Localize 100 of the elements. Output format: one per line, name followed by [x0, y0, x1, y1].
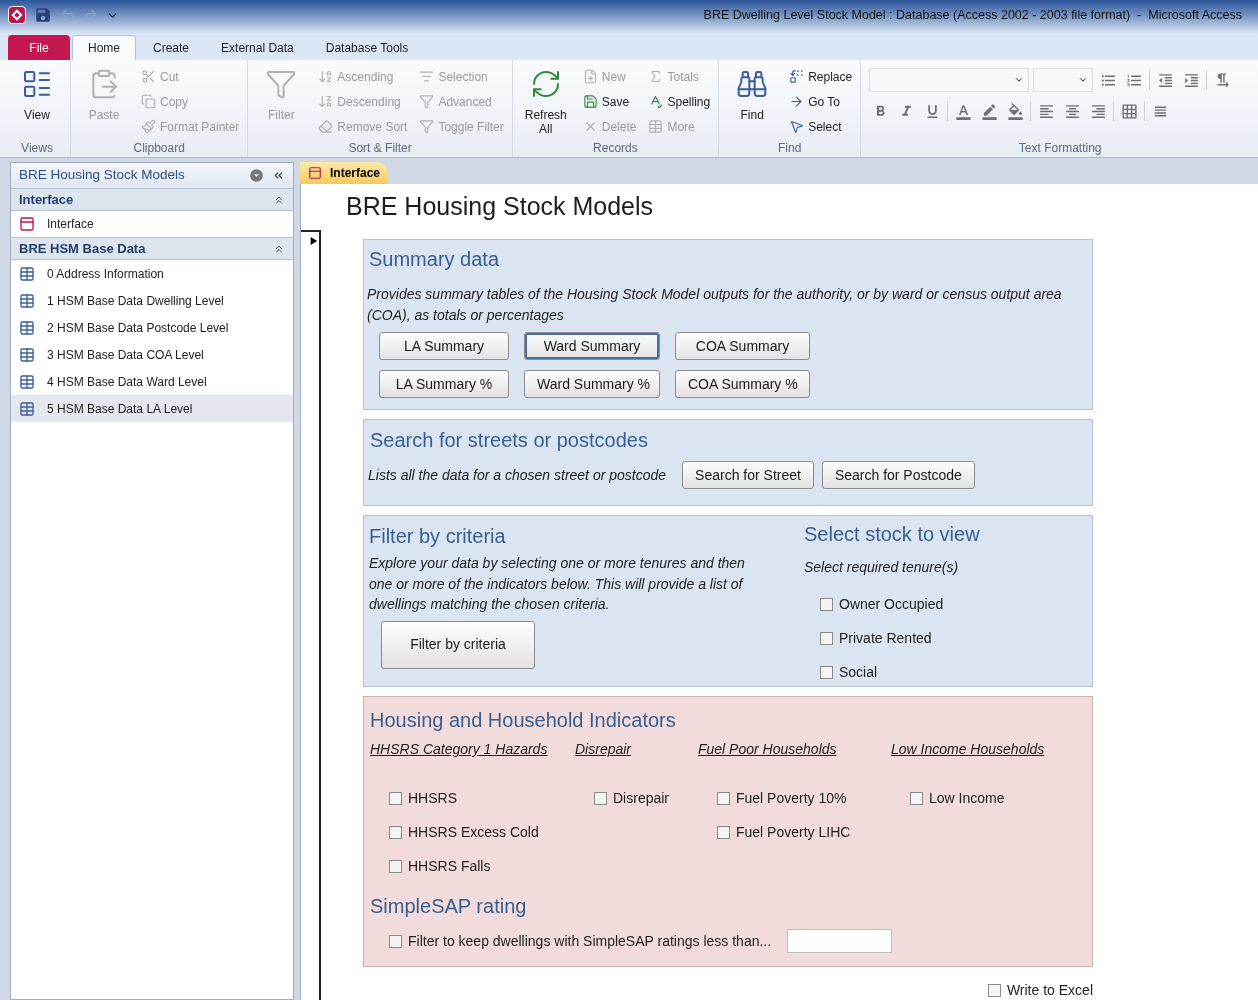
- section-description: Explore your data by selecting one or more tenures and then one or more of the indicators below. This will provide a list of dwellings matching the chosen criteria.: [369, 554, 746, 614]
- checkbox[interactable]: [820, 666, 833, 679]
- funnel-icon: [419, 94, 435, 109]
- nav-item[interactable]: 5 HSM Base Data LA Level: [11, 395, 293, 422]
- summary-button[interactable]: COA Summary: [675, 332, 810, 360]
- rating-input-field[interactable]: [787, 929, 893, 953]
- record-selector[interactable]: [301, 230, 321, 1000]
- checkbox[interactable]: [910, 792, 923, 805]
- copy-icon: [141, 94, 156, 109]
- checkbox[interactable]: [389, 826, 402, 839]
- section-heading: Search for streets or postcodes: [370, 428, 649, 453]
- checkbox[interactable]: [389, 934, 402, 948]
- dropdown-icon[interactable]: [249, 168, 264, 183]
- checkbox-label: Private Rented: [839, 629, 932, 648]
- summary-button[interactable]: Ward Summary %: [524, 370, 660, 398]
- nav-item[interactable]: 2 HSM Base Data Postcode Level: [11, 314, 293, 341]
- checkbox-label: Filter to keep dwellings with SimpleSAP ratings less than...: [408, 931, 772, 951]
- cut-icon: [141, 69, 156, 84]
- collapse-pane-icon[interactable]: [272, 169, 285, 182]
- nav-item[interactable]: 4 HSM Base Data Ward Level: [11, 368, 293, 395]
- section-description: Provides summary tables of the Housing Stock Model outputs for the authority, or by ward or census output area (COA), as totals or percentages: [367, 285, 1063, 325]
- ribbon-tab[interactable]: Database Tools: [310, 35, 424, 60]
- binoculars-icon: [736, 68, 769, 100]
- paintbrush-icon: [141, 119, 156, 134]
- search-button[interactable]: Search for Street: [682, 461, 814, 489]
- nav-item[interactable]: 3 HSM Base Data COA Level: [11, 341, 293, 368]
- indicator-category-link[interactable]: Low Income Households: [891, 739, 1045, 760]
- spelling-icon: [648, 94, 664, 109]
- ribbon-button[interactable]: Go To: [785, 89, 857, 114]
- checkbox-label: Low Income: [929, 789, 1005, 808]
- checkbox[interactable]: [389, 792, 402, 805]
- funnel-icon: [419, 119, 435, 134]
- pointer-icon: [789, 119, 805, 134]
- checkbox[interactable]: [987, 984, 1001, 997]
- checkbox[interactable]: [389, 860, 402, 873]
- ribbon-group-label: Records: [592, 140, 639, 157]
- checkbox-label: Disrepair: [613, 789, 669, 808]
- save-icon: [582, 94, 598, 109]
- replace-icon: [789, 69, 805, 84]
- file-tab[interactable]: File: [8, 35, 70, 60]
- nav-item[interactable]: 1 HSM Base Data Dwelling Level: [11, 287, 293, 314]
- checkbox-label: Fuel Poverty 10%: [736, 789, 847, 808]
- checkbox-label: Fuel Poverty LIHC: [736, 823, 851, 842]
- checkbox[interactable]: [820, 598, 833, 611]
- eraser-icon: [318, 119, 334, 134]
- sort-descending-icon: [318, 94, 334, 109]
- checkbox[interactable]: [594, 792, 607, 805]
- ribbon-tab[interactable]: External Data: [206, 35, 309, 60]
- section-heading: Filter by criteria: [369, 524, 507, 549]
- pane-title: BRE Housing Stock Models: [19, 166, 185, 185]
- section-heading: Housing and Household Indicators: [370, 708, 677, 733]
- summary-button[interactable]: LA Summary: [379, 332, 509, 360]
- ribbon-large-button[interactable]: Find: [723, 64, 782, 139]
- search-button[interactable]: Search for Postcode: [821, 461, 975, 489]
- table-icon: [19, 265, 35, 282]
- ribbon-group-label: Clipboard: [132, 140, 186, 157]
- sort-ascending-icon: [318, 69, 334, 84]
- checkbox[interactable]: [717, 792, 730, 805]
- form-icon: [308, 166, 322, 180]
- checkbox[interactable]: [717, 826, 730, 839]
- indicator-category-link[interactable]: Disrepair: [575, 739, 631, 760]
- ribbon-large-button[interactable]: Refresh All: [516, 64, 575, 139]
- ribbon-tab[interactable]: Home: [72, 35, 136, 60]
- table-icon: [19, 292, 35, 309]
- ribbon-button[interactable]: Spelling: [644, 89, 715, 114]
- nav-item[interactable]: 0 Address Information: [11, 260, 293, 287]
- section-heading: Select stock to view: [804, 522, 980, 547]
- ribbon-button[interactable]: Replace: [785, 64, 857, 89]
- document-tab[interactable]: Interface: [300, 162, 389, 184]
- window-title: BRE Dwelling Level Stock Model : Database (Access 2002 - 2003 file format) - Microsoft Access: [703, 7, 1242, 24]
- ribbon-button[interactable]: Save: [578, 89, 641, 114]
- new-record-icon: [582, 69, 598, 84]
- summary-button[interactable]: LA Summary %: [379, 370, 509, 398]
- checkbox-label: HHSRS: [408, 789, 457, 808]
- save-icon[interactable]: [34, 6, 52, 24]
- indicator-category-link[interactable]: Fuel Poor Households: [698, 739, 837, 760]
- section-heading: Summary data: [369, 247, 501, 272]
- form-icon: [19, 216, 35, 232]
- section-description: Lists all the data for a chosen street or postcode: [368, 465, 667, 485]
- checkbox-label: HHSRS Falls: [408, 857, 491, 876]
- ribbon-button[interactable]: Select: [785, 114, 857, 139]
- funnel-icon: [265, 68, 298, 100]
- checkbox-label: Owner Occupied: [839, 595, 944, 614]
- nav-group-header[interactable]: Interface: [11, 189, 293, 211]
- ribbon-group-label: Text Formatting: [1017, 140, 1103, 157]
- ribbon-group-label: Find: [777, 140, 803, 157]
- ribbon-group-label: Sort & Filter: [347, 140, 413, 157]
- checkbox-label: HHSRS Excess Cold: [408, 823, 539, 842]
- ribbon-tab[interactable]: Create: [138, 35, 205, 60]
- summary-button[interactable]: Ward Summary: [524, 332, 660, 360]
- checkbox-label: Social: [839, 663, 878, 682]
- table-icon: [19, 319, 35, 336]
- filter-button[interactable]: Filter by criteria: [381, 620, 535, 669]
- nav-group-header[interactable]: BRE HSM Base Data: [11, 238, 293, 260]
- indicator-category-link[interactable]: HHSRS Category 1 Hazards: [370, 739, 548, 760]
- checkbox-label: Write to Excel: [1006, 981, 1093, 1000]
- summary-button[interactable]: COA Summary %: [675, 370, 810, 398]
- ribbon-large-button[interactable]: View: [8, 64, 66, 139]
- app-icon: [8, 6, 26, 24]
- checkbox[interactable]: [820, 632, 833, 645]
